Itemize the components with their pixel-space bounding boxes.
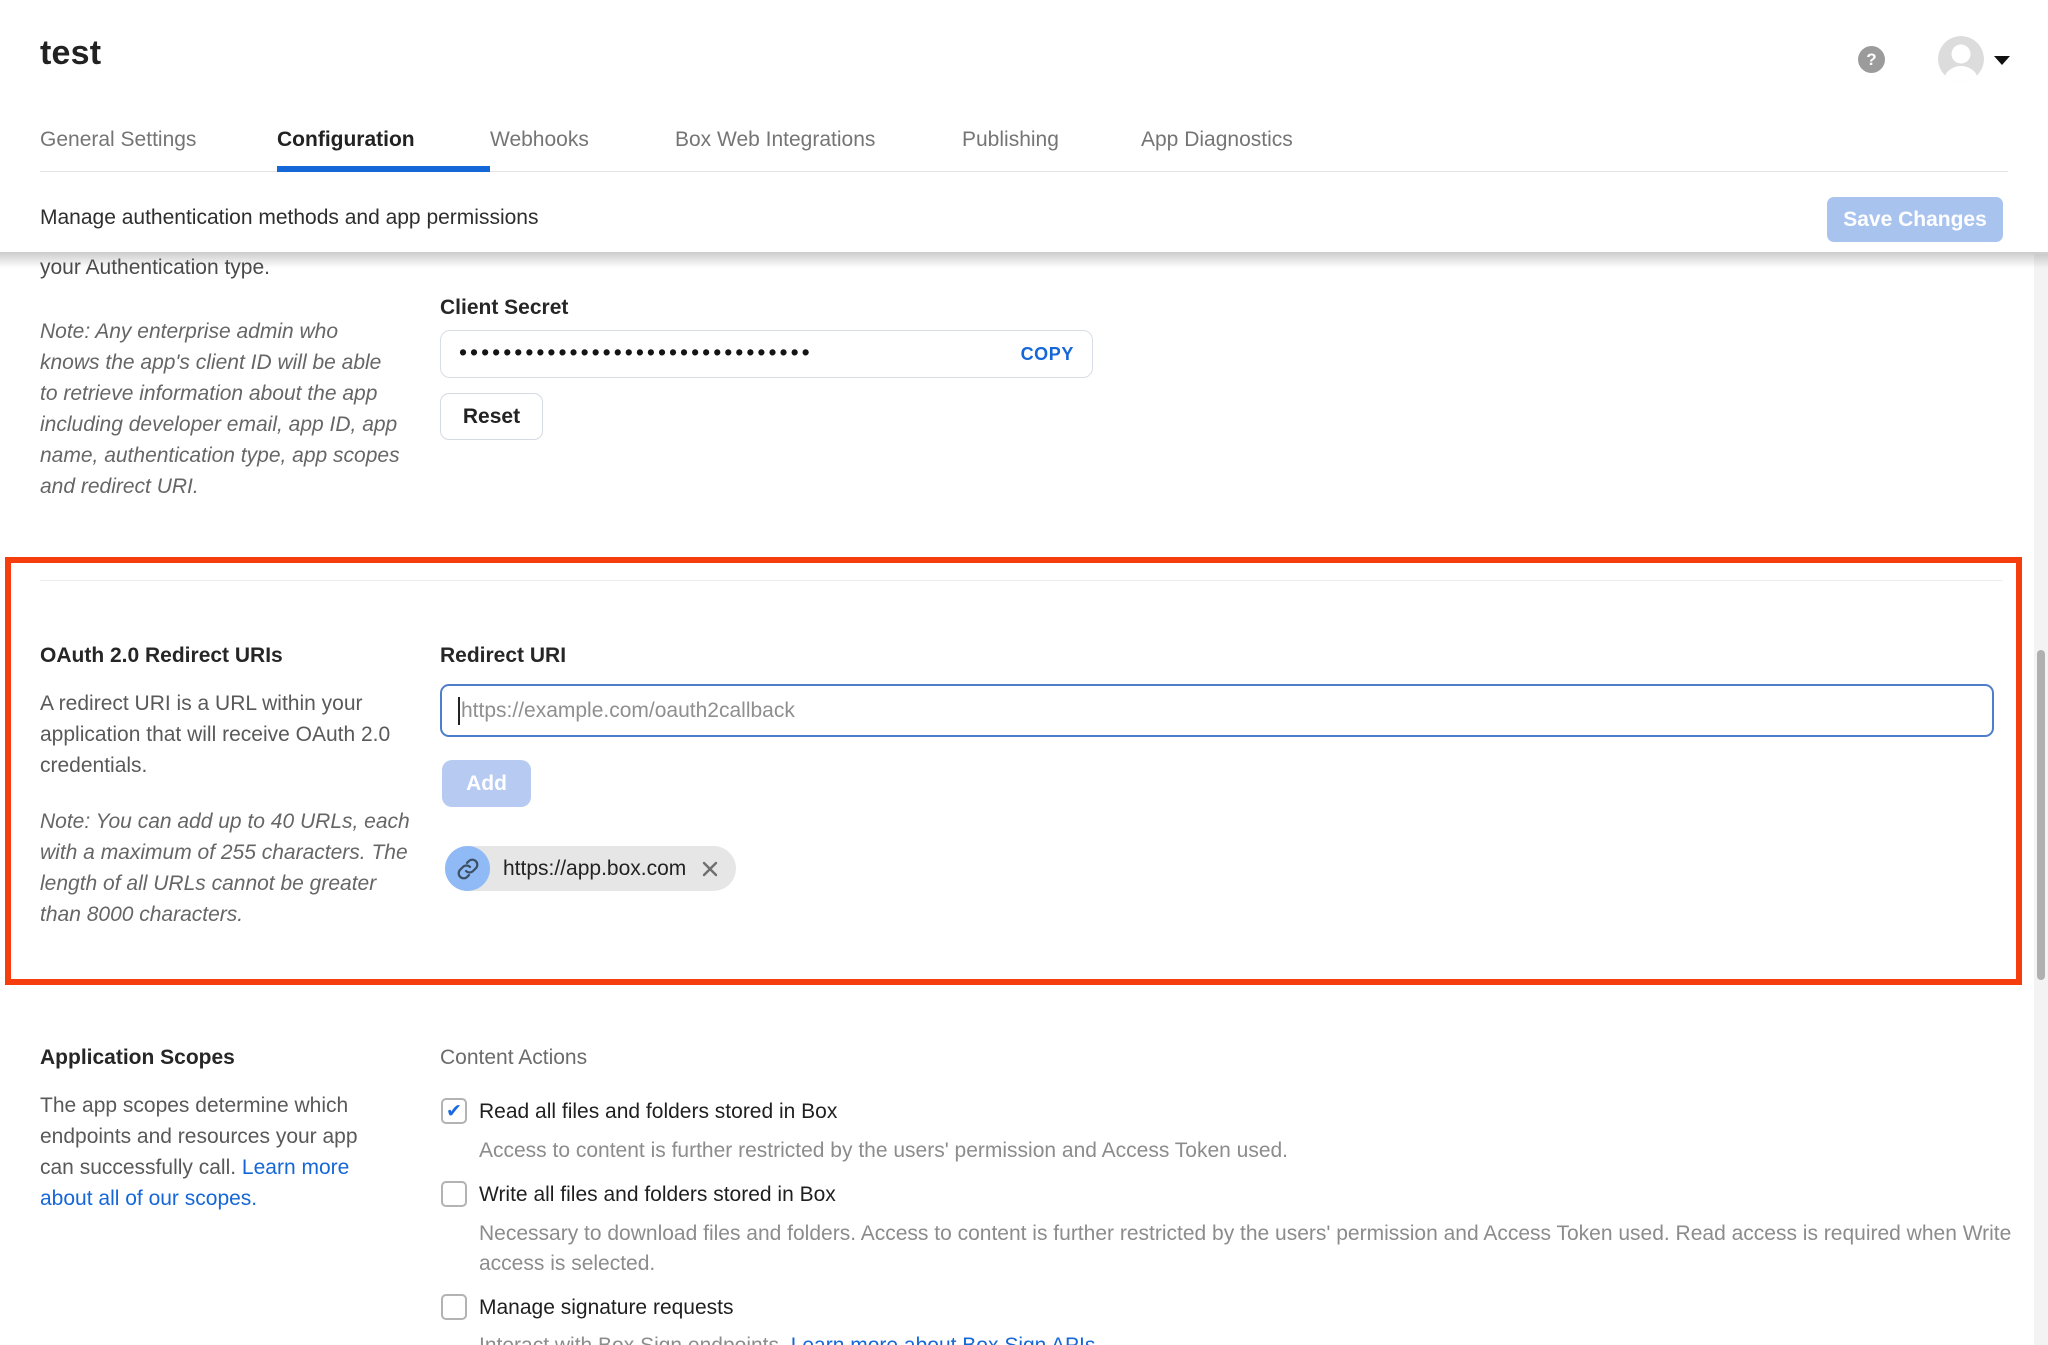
checkbox-write-files-label: Write all files and folders stored in Bo… [479,1183,836,1207]
redirect-uri-chip: https://app.box.com [445,846,736,891]
checkbox-read-files-description: Access to content is further restricted … [479,1136,2019,1166]
add-button[interactable]: Add [442,760,531,807]
tab-configuration[interactable]: Configuration [277,128,415,152]
checkbox-write-files[interactable] [441,1181,467,1207]
tab-general-settings[interactable]: General Settings [40,128,196,152]
client-secret-masked-value: •••••••••••••••••••••••••••••••• [459,341,1021,364]
checkbox-read-files-label: Read all files and folders stored in Box [479,1100,837,1124]
oauth-section-heading: OAuth 2.0 Redirect URIs [40,644,283,668]
section-divider [40,580,2002,581]
save-changes-button[interactable]: Save Changes [1827,197,2003,242]
page-title: test [40,34,101,73]
checkbox-manage-signature-label: Manage signature requests [479,1296,734,1320]
tab-publishing[interactable]: Publishing [962,128,1059,152]
content-actions-label: Content Actions [440,1046,587,1070]
checkbox-write-files-description: Necessary to download files and folders.… [479,1219,2019,1279]
person-icon [1938,36,1984,82]
tab-app-diagnostics[interactable]: App Diagnostics [1141,128,1293,152]
caret-down-icon[interactable] [1994,56,2010,65]
tab-webhooks[interactable]: Webhooks [490,128,589,152]
client-secret-label: Client Secret [440,296,568,320]
chip-url: https://app.box.com [503,857,686,881]
close-icon[interactable] [700,859,720,879]
header-scroll-shadow [0,252,2048,268]
application-scopes-heading: Application Scopes [40,1046,235,1070]
section-subtitle: Manage authentication methods and app pe… [40,206,538,230]
active-tab-underline [277,166,490,172]
oauth-description: A redirect URI is a URL within your appl… [40,688,408,781]
link-icon [445,846,490,891]
client-secret-field[interactable]: •••••••••••••••••••••••••••••••• COPY [440,330,1093,378]
box-sign-apis-link[interactable]: Learn more about Box Sign APIs. [791,1334,1102,1345]
application-scopes-description: The app scopes determine which endpoints… [40,1090,382,1214]
copy-button[interactable]: COPY [1021,344,1074,365]
clipped-scrolled-text: your Authentication type. [40,256,270,280]
redirect-uri-label: Redirect URI [440,644,566,668]
scrollbar-thumb[interactable] [2037,650,2045,980]
reset-button[interactable]: Reset [440,393,543,440]
signature-description-text: Interact with Box Sign endpoints. [479,1334,791,1345]
text-caret [458,697,460,725]
tab-box-web-integrations[interactable]: Box Web Integrations [675,128,875,152]
oauth-note: Note: You can add up to 40 URLs, each wi… [40,806,412,930]
checkbox-manage-signature[interactable] [441,1294,467,1320]
checkbox-manage-signature-description: Interact with Box Sign endpoints. Learn … [479,1331,2019,1345]
checkbox-read-files[interactable] [441,1098,467,1124]
help-icon-glyph: ? [1866,50,1876,70]
help-icon[interactable]: ? [1858,46,1885,73]
admin-note: Note: Any enterprise admin who knows the… [40,316,400,502]
app-config-page: test ? General Settings Configuration We… [0,0,2048,1345]
avatar[interactable] [1938,36,1984,82]
redirect-uri-placeholder: https://example.com/oauth2callback [461,699,795,723]
redirect-uri-input[interactable]: https://example.com/oauth2callback [440,684,1994,737]
